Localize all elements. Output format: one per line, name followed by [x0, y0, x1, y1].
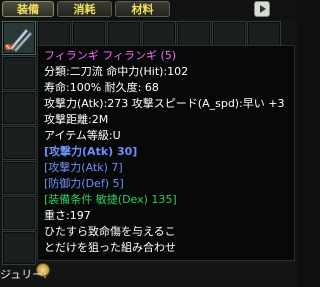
twin-swords-icon: [4, 23, 34, 53]
tab-consumables[interactable]: 消耗: [57, 1, 112, 17]
item-stat-grade: アイテム等級:U: [44, 129, 121, 142]
item-description-2: とだけを狙った組み合わせ: [44, 241, 176, 254]
inventory-slot[interactable]: [2, 56, 36, 90]
item-stat-class-hit: 分類:二刀流 命中力(Hit):102: [44, 65, 189, 78]
item-weight: 重さ:197: [44, 209, 91, 222]
item-bonus-attack: [攻撃力(Atk) 30]: [44, 145, 138, 158]
item-requirement-dex: [装備条件 敏捷(Dex) 135]: [44, 193, 177, 206]
item-stat-attack-speed: 攻撃力(Atk):273 攻撃スピード(A_spd):早い +3: [44, 97, 285, 110]
tab-bar: 装備 消耗 材料: [0, 0, 297, 19]
inventory-slot-item[interactable]: [2, 21, 36, 55]
item-description-1: ひたすら致命傷を与えるこ: [44, 225, 176, 238]
inventory-slot[interactable]: [2, 91, 36, 125]
inventory-window: 装備 消耗 材料 フィランギ フィランギ (5) 分類:二刀流 命中力(Hit)…: [0, 0, 297, 287]
inventory-slot[interactable]: [2, 196, 36, 230]
item-stat-life-durability: 寿命:100% 耐久度: 68: [44, 81, 159, 94]
inventory-slot[interactable]: [2, 161, 36, 195]
item-stat-range: 攻撃距離:2M: [44, 113, 109, 126]
inventory-slot[interactable]: [2, 126, 36, 160]
arrow-right-icon: [260, 5, 266, 13]
owner-label: ジュリー:: [0, 268, 47, 281]
item-bonus-attack-2: [攻撃力(Atk) 7]: [44, 161, 123, 174]
item-bonus-defense: [防御力(Def) 5]: [44, 177, 124, 190]
next-page-button[interactable]: [254, 1, 270, 17]
tab-equipment[interactable]: 装備: [2, 1, 54, 17]
item-name: フィランギ フィランギ (5): [44, 49, 177, 62]
inventory-slot[interactable]: [2, 231, 36, 265]
item-tooltip: フィランギ フィランギ (5) 分類:二刀流 命中力(Hit):102 寿命:1…: [37, 45, 295, 261]
tab-materials[interactable]: 材料: [115, 1, 170, 17]
